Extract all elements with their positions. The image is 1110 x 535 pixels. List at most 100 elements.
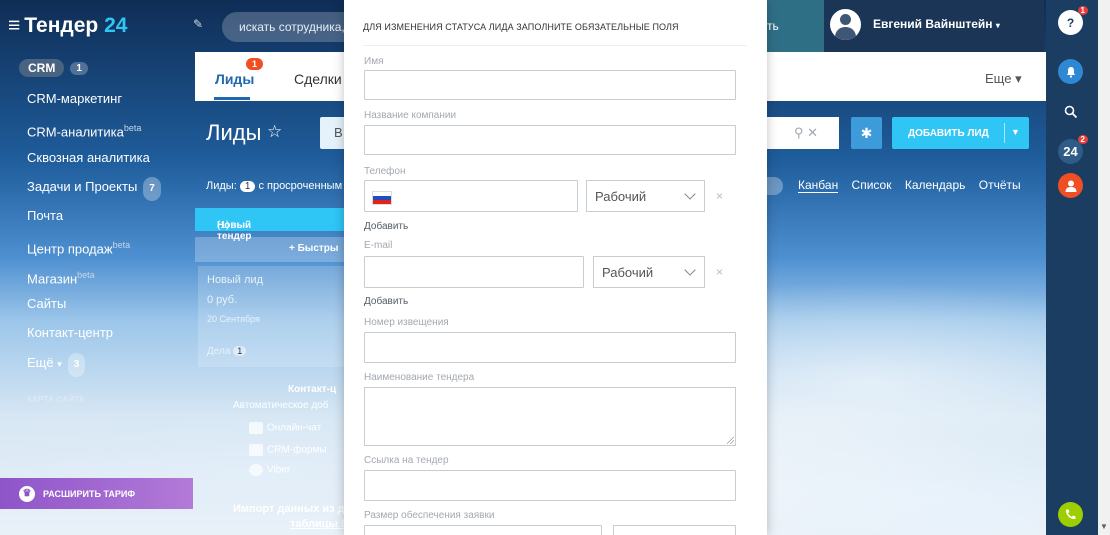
bell-icon [1066,66,1075,78]
sidebar-item-label: CRM-аналитика [27,124,124,140]
user-menu[interactable]: Евгений Вайнштейн ▾ [824,0,1044,52]
add-phone-link[interactable]: Добавить [364,221,408,232]
resize-grip-icon[interactable] [727,437,734,444]
add-lead-button[interactable]: ДОБАВИТЬ ЛИД ▼ [892,117,1029,149]
beta-tag: beta [123,123,142,134]
phone-field[interactable] [364,180,578,212]
page-scrollbar[interactable]: ▼ [1098,0,1110,535]
slider-title: ДЛЯ ИЗМЕНЕНИЯ СТАТУСА ЛИДА ЗАПОЛНИТЕ ОБЯ… [363,22,679,32]
lead-card[interactable]: Новый лид 0 руб. 20 Сентября Дела 1 [198,266,344,367]
app-number: 24 [104,14,128,37]
sidebar-item-store[interactable]: Магазинbeta [27,264,161,293]
phone-icon [1065,509,1076,520]
scroll-down-arrow-icon[interactable]: ▼ [1100,522,1108,531]
search-placeholder: искать сотрудника, д [239,20,356,34]
email-type-select[interactable]: Рабочий [593,256,705,288]
lead-card-date: 20 Сентября [207,314,260,324]
upgrade-plan-button[interactable]: ♛ РАСШИРИТЬ ТАРИФ [0,478,193,509]
contact-center-forms[interactable]: CRM-формы [249,444,327,456]
chevron-down-icon [684,264,696,276]
menu-burger-icon[interactable]: ≡ [8,14,20,37]
user-icon [1065,180,1076,192]
quick-add-button[interactable]: + Быстры [195,237,344,262]
beta-tag: beta [112,240,131,251]
view-calendar[interactable]: Календарь [905,178,966,192]
help-button[interactable]: ? 1 [1058,6,1088,35]
lead-card-name[interactable]: Новый лид [207,274,263,286]
filter-input-end[interactable]: ⚲ ✕ [767,117,839,149]
header-teal-text: ть [767,19,779,33]
app-logo[interactable]: ≡ Тендер 24 [8,14,127,38]
sidebar-item-more[interactable]: Ещё ▾ 3 [27,352,161,381]
sidebar-item-label: Сквозная аналитика [27,149,150,165]
slider-divider [363,45,747,46]
sidebar-item-sites[interactable]: Сайты [27,293,161,322]
contact-center-chat[interactable]: Онлайн-чат [249,422,321,434]
view-reports[interactable]: Отчёты [979,178,1021,192]
notice-number-field[interactable] [364,332,736,363]
remove-phone-icon[interactable]: × [716,189,723,203]
tender-link-field[interactable] [364,470,736,501]
tab-active-underline [214,97,250,100]
sidebar-crm-label: CRM [19,59,65,77]
chevron-down-icon: ▾ [57,358,62,369]
import-link[interactable]: таблицы E [290,518,348,530]
profile-button[interactable] [1058,173,1083,198]
tab-leads[interactable]: Лиды [215,71,254,87]
sidebar-item-sales-center[interactable]: Центр продажbeta [27,234,161,263]
tender-name-textarea[interactable] [364,387,736,446]
notifications-button[interactable] [1058,59,1083,84]
invite-users-link[interactable]: ПРИГЛАСИТЬ СОТРУДНИКОВ [27,446,149,472]
filter-search-clear-icons[interactable]: ⚲ ✕ [794,125,818,141]
view-kanban[interactable]: Канбан [798,178,839,193]
sidebar-item-tasks[interactable]: Задачи и Проекты 7 [27,176,161,205]
sidebar-item-contact-center[interactable]: Контакт-центр [27,322,161,351]
tab-deals[interactable]: Сделки [294,71,342,87]
b24-button[interactable]: 24 2 [1058,135,1088,164]
sidebar-item-label: Задачи и Проекты [27,178,138,194]
configure-menu-link[interactable]: НАСТРОИТЬ МЕНЮ [27,421,149,447]
name-field[interactable] [364,70,736,100]
guarantee-amount-field[interactable] [364,525,602,535]
sitemap-link[interactable]: КАРТА САЙТА [27,395,149,421]
search-icon [1064,105,1077,118]
sidebar-item-crm-marketing[interactable]: CRM-маркетинг [27,88,161,117]
kanban-column-header[interactable]: Новый тендер (1) [195,208,344,242]
remove-email-icon[interactable]: × [716,265,723,279]
notice-number-label: Номер извещения [364,317,449,328]
russia-flag-icon[interactable] [372,191,392,205]
chevron-down-icon[interactable]: ▼ [1011,127,1020,137]
company-field[interactable] [364,125,736,155]
tab-leads-badge: 1 [246,58,264,70]
chat-icon [249,422,263,434]
pencil-icon[interactable]: ✎ [193,17,205,31]
contact-center-viber[interactable]: Viber [249,464,290,476]
email-field[interactable] [364,256,584,288]
sidebar-item-mail[interactable]: Почта [27,205,161,234]
leads-counter-suffix: с просроченным [258,180,343,192]
sidebar-item-label: Почта [27,208,64,224]
star-icon[interactable]: ☆ [267,122,282,142]
add-email-link[interactable]: Добавить [364,296,408,307]
rail-search-button[interactable] [1058,99,1083,124]
leads-counter-value[interactable]: 1 [239,181,256,192]
settings-button[interactable]: ✱ [851,117,882,149]
sidebar-item-crm-analytics[interactable]: CRM-аналитикаbeta [27,117,161,146]
leads-counter: Лиды: 1 с просроченным [206,180,342,192]
add-lead-label: ДОБАВИТЬ ЛИД [908,128,989,139]
view-list[interactable]: Список [852,178,892,192]
call-button[interactable] [1058,502,1083,527]
guarantee-currency-select[interactable] [613,525,736,535]
app-name: Тендер [24,14,99,37]
phone-type-select[interactable]: Рабочий [586,180,705,212]
tab-more[interactable]: Еще ▾ [985,71,1022,87]
view-switcher: Канбан Список Календарь Отчёты [798,178,1031,193]
sidebar-crm[interactable]: CRM 1 [19,59,88,77]
user-name: Евгений Вайнштейн ▾ [873,17,1000,31]
sidebar-item-label: CRM-маркетинг [27,91,123,106]
name-label: Имя [364,56,384,67]
lead-card-tasks[interactable]: Дела 1 [207,346,247,357]
page-title: Лиды [206,120,262,145]
sidebar-item-end-to-end-analytics[interactable]: Сквозная аналитика [27,147,161,176]
search-input[interactable]: искать сотрудника, д [222,12,355,42]
